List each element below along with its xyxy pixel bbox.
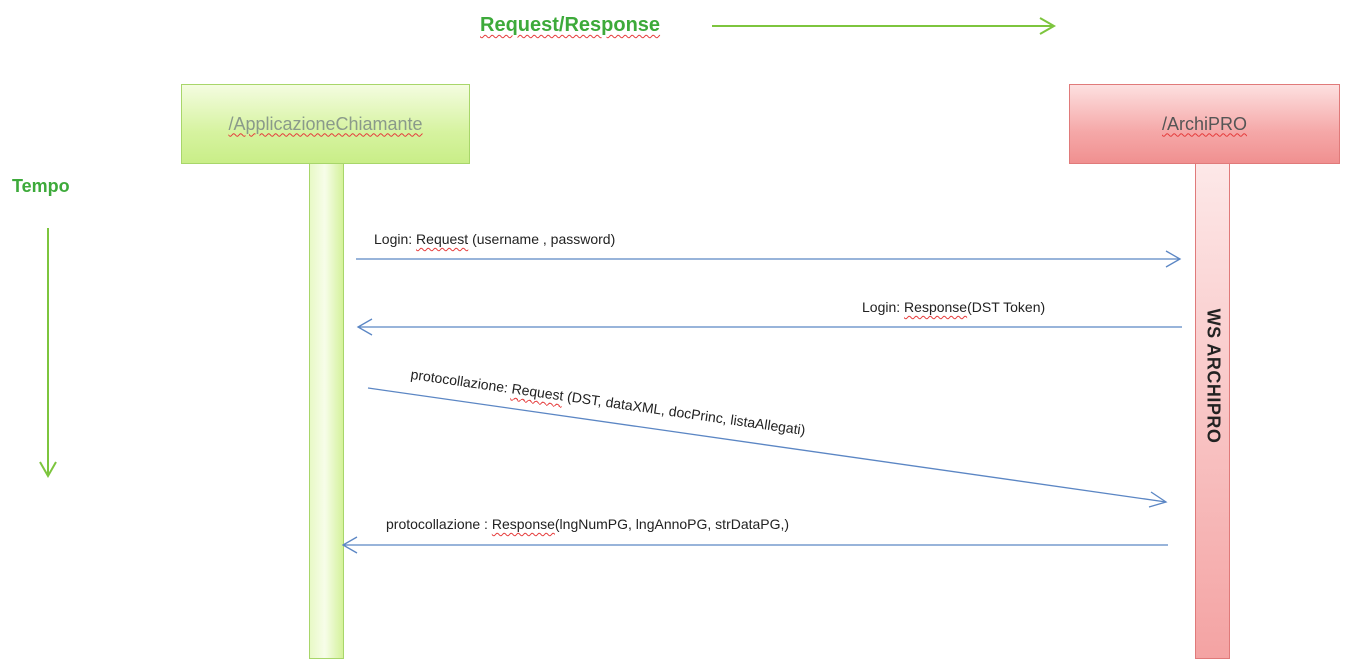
legend-arrow bbox=[712, 17, 1057, 35]
message-label-1: Login: Request (username , password) bbox=[374, 231, 616, 247]
message-label-2: Login: Response(DST Token) bbox=[862, 299, 1046, 315]
message-arrow-1 bbox=[356, 250, 1182, 268]
message-label-4: protocollazione : Response(lngNumPG, lng… bbox=[386, 516, 790, 532]
message-arrow-2 bbox=[356, 318, 1182, 336]
time-arrow bbox=[39, 228, 57, 479]
arrows-layer bbox=[39, 17, 1182, 554]
sequence-diagram: Request/Response Tempo /ApplicazioneChia… bbox=[0, 0, 1349, 659]
message-arrow-3 bbox=[367, 387, 1168, 508]
message-arrow-4 bbox=[341, 536, 1168, 554]
